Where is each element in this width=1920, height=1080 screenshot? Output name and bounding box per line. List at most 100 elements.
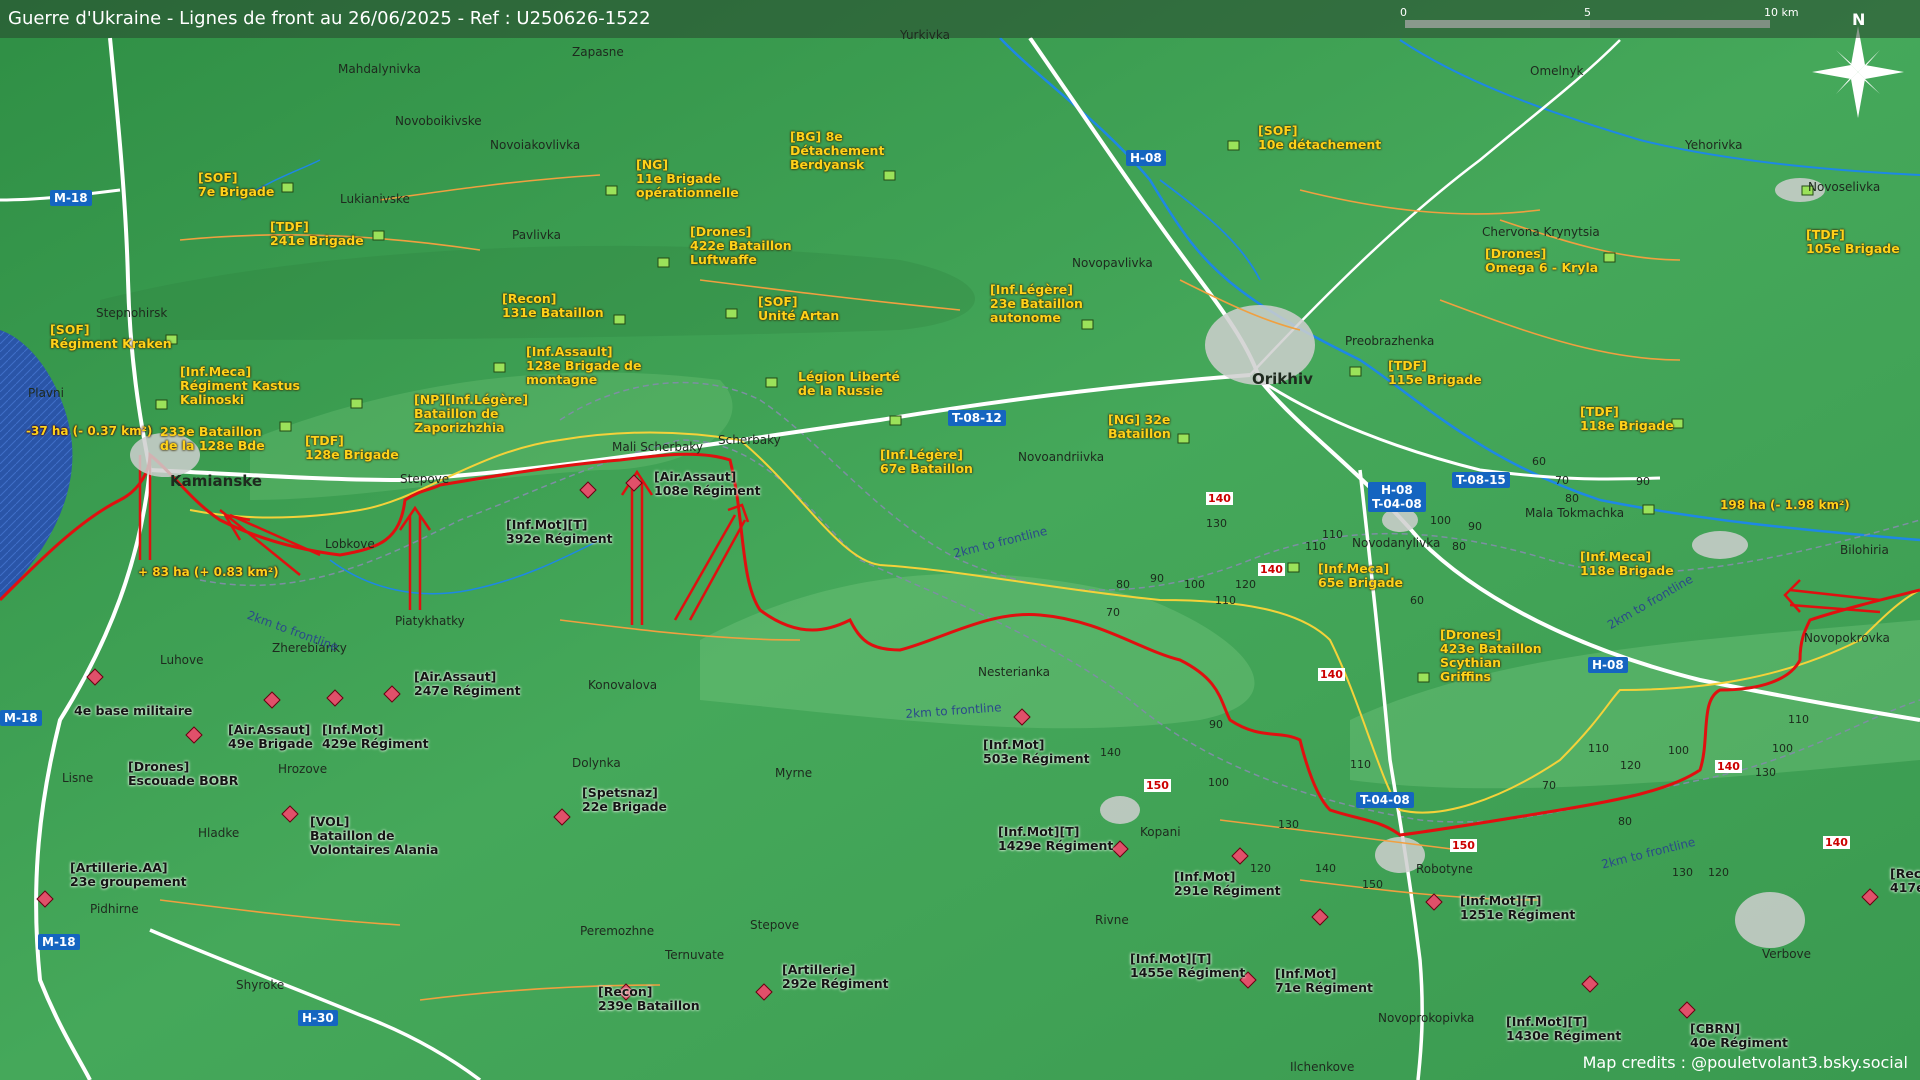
elevation-label: 130 [1278, 818, 1299, 831]
elevation-label: 80 [1116, 578, 1130, 591]
ua-unit-label: 233e Bataillon de la 128e Bde [160, 424, 265, 453]
place-label: Yehorivka [1685, 138, 1743, 152]
place-label: Hladke [198, 826, 240, 840]
place-label: Novodanylivka [1352, 536, 1441, 550]
map-credits: Map credits : @pouletvolant3.bsky.social [1582, 1053, 1908, 1072]
ua-unit-label: [SOF] Unité Artan [758, 294, 840, 323]
place-label: Chervona Krynytsia [1482, 225, 1600, 239]
road-shield: M-18 [0, 710, 42, 726]
elevation-label: 140 [1100, 746, 1121, 759]
ua-unit-label: [NP][Inf.Légère] Bataillon de Zaporizhzh… [414, 392, 529, 435]
ru-unit-label: [Inf.Mot] 71e Régiment [1275, 966, 1373, 995]
place-label: Zapasne [572, 45, 624, 59]
place-label: Luhove [160, 653, 204, 667]
elevation-label: 150 [1450, 839, 1477, 852]
road-shield: T-08-12 [948, 410, 1006, 426]
elevation-label: 100 [1430, 514, 1451, 527]
ua-unit-label: [Inf.Meca] 65e Brigade [1318, 561, 1404, 590]
ru-unit-label: [Air.Assaut] 247e Régiment [414, 669, 521, 698]
ru-unit-label: [Inf.Mot][T] 1455e Régiment [1130, 951, 1246, 980]
ua-unit-label: [TDF] 128e Brigade [305, 433, 399, 462]
ru-unit-label: [Inf.Mot][T] 1429e Régiment [998, 824, 1114, 853]
road-shield: H-08 T-04-08 [1368, 482, 1426, 512]
place-label: Robotyne [1416, 862, 1473, 876]
elevation-label: 120 [1708, 866, 1729, 879]
elevation-label: 130 [1206, 517, 1227, 530]
scale-label-10: 10 km [1764, 6, 1799, 19]
place-label: Novopokrovka [1804, 631, 1890, 645]
ua-unit-label: Légion Liberté de la Russie [798, 369, 900, 398]
place-label: Peremozhne [580, 924, 655, 938]
ru-unit-label: [Artillerie] 292e Régiment [782, 962, 889, 991]
ru-unit-label: [Rec 417e [1890, 866, 1920, 895]
ru-unit-label: [Drones] Escouade BOBR [128, 759, 239, 788]
place-label: Mahdalynivka [338, 62, 421, 76]
ru-unit-label: [Air.Assaut] 49e Brigade [228, 722, 314, 751]
compass-north-label: N [1852, 10, 1866, 29]
ua-unit-label: [Drones] 423e Bataillon Scythian Griffin… [1440, 627, 1542, 684]
road-shield: M-18 [38, 934, 80, 950]
place-label: Konovalova [588, 678, 658, 692]
map-title: Guerre d'Ukraine - Lignes de front au 26… [8, 8, 651, 29]
ua-unit-label: [Inf.Meca] Régiment Kastus Kalinoski [180, 364, 300, 407]
place-label: Yurkivka [900, 28, 950, 42]
place-label: Stepove [400, 472, 450, 486]
elevation-label: 90 [1468, 520, 1482, 533]
place-label: Pidhirne [90, 902, 139, 916]
place-label: Mala Tokmachka [1525, 506, 1625, 520]
ua-unit-label: [TDF] 118e Brigade [1580, 404, 1674, 433]
elevation-label: 70 [1555, 474, 1569, 487]
elevation-label: 110 [1322, 528, 1343, 541]
place-label: Ternuvate [665, 948, 725, 962]
elevation-label: 140 [1823, 836, 1850, 849]
road-shield: H-08 [1126, 150, 1166, 166]
ua-unit-label: [SOF] 10e détachement [1258, 123, 1382, 152]
elevation-label: 130 [1755, 766, 1776, 779]
ua-unit-label: [Drones] 422e Bataillon Luftwaffe [690, 224, 792, 267]
ru-unit-label: [Inf.Mot] 429e Régiment [322, 722, 429, 751]
elevation-label: 100 [1668, 744, 1689, 757]
place-label: Scherbaky [718, 433, 781, 447]
elevation-label: 110 [1788, 713, 1809, 726]
place-label: Novoboikivske [395, 114, 482, 128]
place-label: Novoselivka [1808, 180, 1881, 194]
place-label: Lisne [62, 771, 94, 785]
road-shield: H-08 [1588, 657, 1628, 673]
place-label: Novoiakovlivka [490, 138, 581, 152]
elevation-label: 100 [1184, 578, 1205, 591]
place-label: Stepnohirsk [96, 306, 168, 320]
elevation-label: 60 [1532, 455, 1546, 468]
ru-unit-label: [Inf.Mot][T] 1251e Régiment [1460, 893, 1576, 922]
ua-unit-label: [Inf.Meca] 118e Brigade [1580, 549, 1674, 578]
area-change-label: -37 ha (- 0.37 km²) [26, 424, 153, 438]
ua-unit-label: [Inf.Légère] 23e Bataillon autonome [990, 282, 1083, 325]
map-canvas [0, 0, 1920, 1080]
place-label: Lukianivske [340, 192, 410, 206]
elevation-label: 140 [1715, 760, 1742, 773]
ua-unit-label: [Inf.Assault] 128e Brigade de montagne [526, 344, 642, 387]
ua-unit-label: [TDF] 115e Brigade [1388, 358, 1482, 387]
elevation-label: 110 [1215, 594, 1236, 607]
road-shield: H-30 [298, 1010, 338, 1026]
place-label: Verbove [1762, 947, 1812, 961]
place-label: Bilohiria [1840, 543, 1889, 557]
elevation-label: 60 [1410, 594, 1424, 607]
elevation-label: 70 [1106, 606, 1120, 619]
ua-unit-label: [SOF] 7e Brigade [198, 170, 275, 199]
ua-unit-label: [NG] 32e Bataillon [1108, 412, 1171, 441]
elevation-label: 90 [1636, 475, 1650, 488]
ua-unit-label: [Inf.Légère] 67e Bataillon [880, 447, 973, 476]
place-label: Rivne [1095, 913, 1129, 927]
elevation-label: 80 [1618, 815, 1632, 828]
place-label: Piatykhatky [395, 614, 465, 628]
elevation-label: 90 [1150, 572, 1164, 585]
place-label: Lobkove [325, 537, 375, 551]
place-label: Ilchenkove [1290, 1060, 1355, 1074]
place-label: Pavlivka [512, 228, 562, 242]
scale-label-0: 0 [1400, 6, 1407, 19]
elevation-label: 140 [1206, 492, 1233, 505]
elevation-label: 70 [1542, 779, 1556, 792]
elevation-label: 100 [1772, 742, 1793, 755]
place-label: Shyroke [236, 978, 285, 992]
ua-unit-label: [Recon] 131e Bataillon [502, 291, 604, 320]
